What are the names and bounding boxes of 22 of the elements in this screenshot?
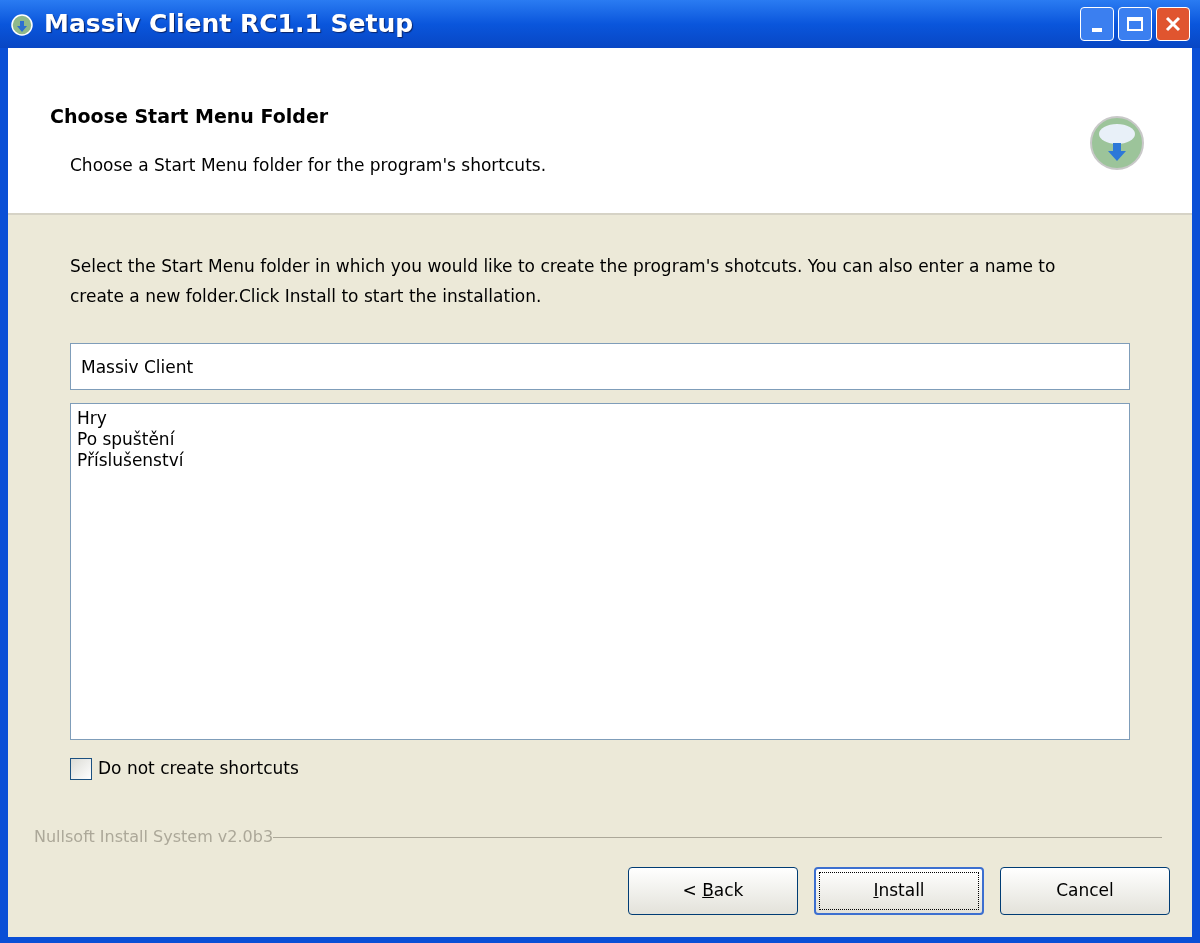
maximize-icon xyxy=(1127,17,1143,31)
checkbox[interactable] xyxy=(70,757,92,780)
checkbox-label: Do not create shortcuts xyxy=(98,757,299,780)
dialog-button[interactable]: Install xyxy=(814,867,984,915)
maximize-button[interactable] xyxy=(1118,7,1152,41)
installer-logo-icon xyxy=(1090,116,1144,170)
page-subtitle: Choose a Start Menu folder for the program's shortcuts. xyxy=(69,153,547,177)
dialog-button[interactable]: Cancel xyxy=(1000,867,1170,915)
folder-list-item[interactable]: Hry xyxy=(71,408,1129,429)
page-title: Choose Start Menu Folder xyxy=(50,104,330,129)
branding-text: Nullsoft Install System v2.0b3 xyxy=(34,826,274,848)
folder-list-item[interactable]: Příslušenství xyxy=(71,450,1129,471)
instructions-text: Select the Start Menu folder in which you would like to create the program's shotcuts. You can also enter a name to create a new folder.Click Install to start the installation. xyxy=(70,255,1057,308)
dialog-button[interactable]: < Back xyxy=(628,867,798,915)
installer-icon xyxy=(10,12,34,36)
folder-name-field[interactable]: Massiv Client xyxy=(70,343,1130,390)
minimize-button[interactable] xyxy=(1080,7,1114,41)
folder-list-item[interactable]: Po spuštění xyxy=(71,429,1129,450)
close-icon xyxy=(1164,15,1182,33)
minimize-icon xyxy=(1092,28,1102,32)
window-title: Massiv Client RC1.1 Setup xyxy=(44,8,414,41)
close-button[interactable] xyxy=(1156,7,1190,41)
